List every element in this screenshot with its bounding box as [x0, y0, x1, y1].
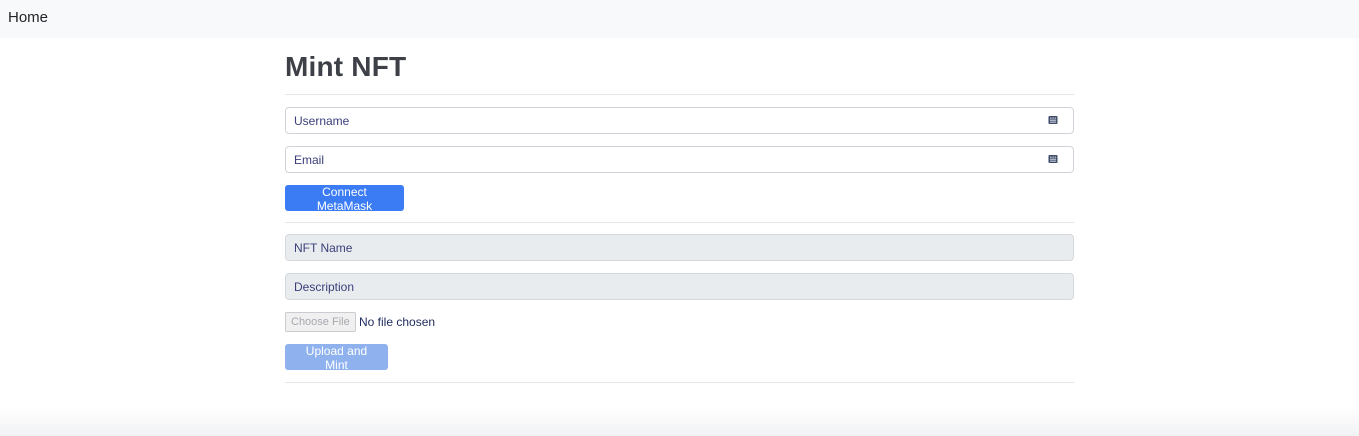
- upload-and-mint-button[interactable]: Upload and Mint: [285, 344, 388, 372]
- description-placeholder: Description: [294, 280, 355, 294]
- file-input[interactable]: Choose File No file chosen: [285, 312, 585, 332]
- nft-name-input[interactable]: NFT Name: [285, 234, 1074, 261]
- footer: [0, 408, 1359, 436]
- username-placeholder: Username: [294, 114, 350, 128]
- keyboard-icon: [1048, 116, 1058, 124]
- connect-metamask-button[interactable]: Connect MetaMask: [285, 185, 404, 213]
- description-input[interactable]: Description: [285, 273, 1074, 300]
- nft-name-placeholder: NFT Name: [294, 241, 353, 255]
- navbar: Home: [0, 0, 1359, 38]
- divider: [285, 222, 1074, 223]
- choose-file-button[interactable]: Choose File: [285, 312, 356, 332]
- file-status-text: No file chosen: [359, 315, 436, 329]
- page-title: Mint NFT: [285, 51, 407, 82]
- divider: [285, 382, 1074, 383]
- home-link[interactable]: Home: [8, 9, 48, 26]
- email-placeholder: Email: [294, 153, 325, 167]
- username-input[interactable]: Username: [285, 107, 1074, 134]
- divider: [285, 94, 1074, 95]
- email-input[interactable]: Email: [285, 146, 1074, 173]
- keyboard-icon: [1048, 155, 1058, 163]
